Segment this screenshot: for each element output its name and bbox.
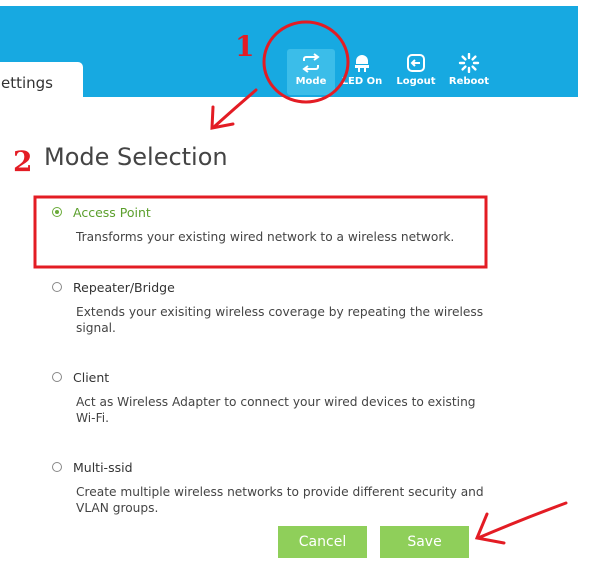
arrow-to-save — [474, 501, 568, 545]
highlight-circle — [262, 20, 350, 104]
annotation-step-2: 2 — [13, 145, 33, 178]
annotation-overlay — [33, 20, 568, 545]
arrow-to-title — [210, 88, 258, 130]
annotation-step-1: 1 — [235, 30, 255, 63]
highlight-box — [33, 195, 488, 269]
